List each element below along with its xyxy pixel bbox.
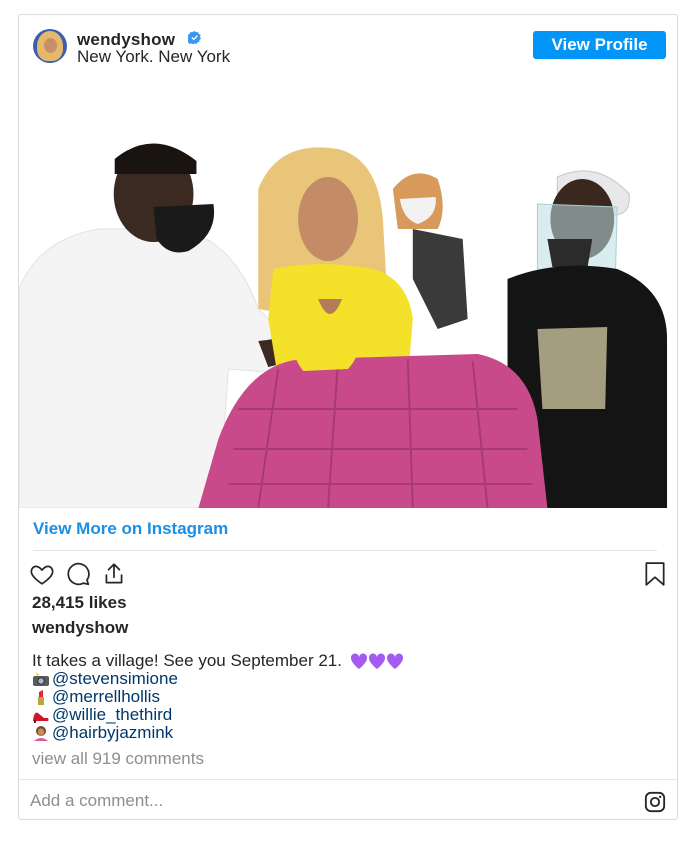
avatar-face (44, 38, 57, 53)
credit-mention[interactable]: @willie_thethird (52, 706, 172, 724)
purple-hearts-icon (350, 652, 404, 670)
credit-row: @hairbyjazmink (32, 724, 404, 742)
haircut-icon (34, 726, 48, 741)
instagram-logo-icon[interactable] (644, 791, 666, 813)
credit-row: @willie_thethird (32, 706, 404, 724)
view-all-comments-link[interactable]: view all 919 comments (32, 749, 204, 769)
avatar[interactable] (33, 29, 67, 63)
add-comment-input[interactable] (30, 789, 530, 813)
caption: It takes a village! See you September 21… (32, 652, 404, 742)
credit-mention[interactable]: @hairbyjazmink (52, 724, 173, 742)
credit-row: @stevensimione (32, 670, 404, 688)
caption-line: It takes a village! See you September 21… (32, 652, 404, 670)
likes-count[interactable]: 28,415 likes (32, 593, 127, 613)
divider (33, 550, 657, 551)
verified-badge-icon (188, 31, 201, 44)
instagram-embed-card: wendyshow New York. New York View Profil… (18, 14, 678, 820)
share-icon[interactable] (101, 561, 127, 587)
location[interactable]: New York. New York (77, 47, 230, 67)
caption-text: It takes a village! See you September 21… (32, 651, 342, 670)
view-profile-button[interactable]: View Profile (533, 31, 666, 59)
credit-row: @merrellhollis (32, 688, 404, 706)
comment-icon[interactable] (65, 561, 91, 587)
caption-username[interactable]: wendyshow (32, 618, 128, 638)
divider (19, 779, 677, 780)
post-photo[interactable] (19, 79, 677, 508)
camera-flash-icon (33, 672, 49, 686)
post-header: wendyshow New York. New York View Profil… (19, 15, 677, 79)
credit-mention[interactable]: @merrellhollis (52, 688, 160, 706)
credit-mention[interactable]: @stevensimione (52, 670, 178, 688)
heart-icon[interactable] (29, 561, 55, 587)
view-more-on-instagram-link[interactable]: View More on Instagram (33, 519, 228, 539)
lipstick-icon (38, 690, 44, 705)
bookmark-icon[interactable] (644, 561, 666, 587)
high-heel-icon (33, 712, 49, 723)
